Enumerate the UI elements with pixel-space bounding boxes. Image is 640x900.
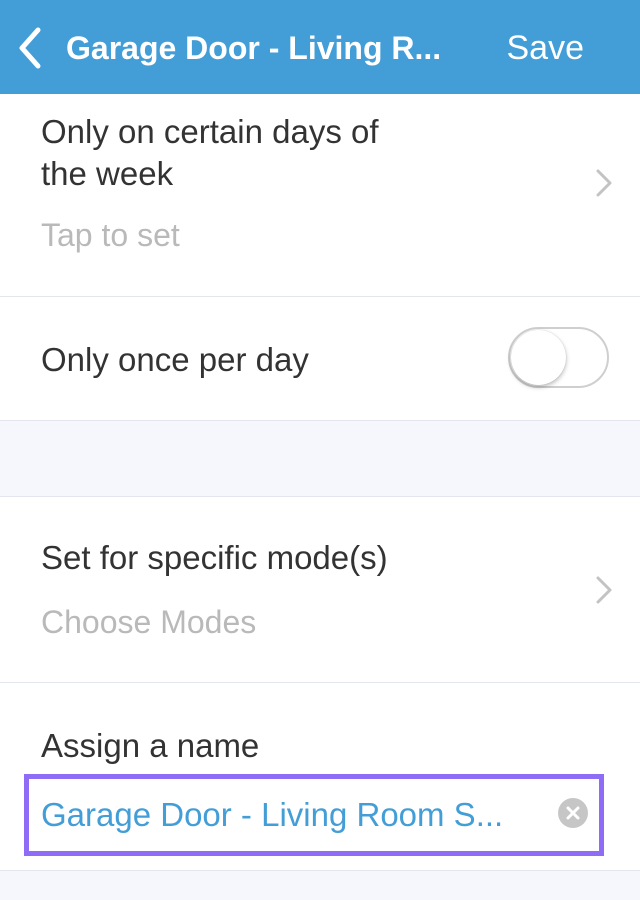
chevron-right-icon: [596, 576, 612, 604]
name-input[interactable]: Garage Door - Living Room S...: [24, 774, 604, 856]
days-of-week-title-line2: the week: [41, 155, 174, 192]
assign-name-label: Assign a name: [41, 727, 260, 764]
days-of-week-row[interactable]: Only on certain days of the week Tap to …: [0, 94, 640, 296]
divider: [0, 870, 640, 871]
days-of-week-title-line1: Only on certain days of: [41, 113, 379, 150]
save-button[interactable]: Save: [507, 28, 585, 68]
navigation-bar: Garage Door - Living R... Save: [0, 0, 640, 94]
once-per-day-title: Only once per day: [41, 341, 309, 378]
clear-button[interactable]: [558, 798, 588, 828]
days-of-week-subtitle: Tap to set: [41, 217, 180, 253]
chevron-left-icon: [19, 27, 41, 69]
name-input-value: Garage Door - Living Room S...: [41, 796, 504, 833]
specific-modes-row[interactable]: Set for specific mode(s) Choose Modes: [0, 497, 640, 682]
once-per-day-toggle[interactable]: [508, 327, 609, 388]
screen: Garage Door - Living R... Save Only on c…: [0, 0, 640, 900]
toggle-knob: [511, 330, 566, 385]
specific-modes-subtitle: Choose Modes: [41, 604, 257, 640]
back-button[interactable]: [12, 26, 48, 70]
divider: [0, 420, 640, 421]
page-title: Garage Door - Living R...: [66, 30, 442, 66]
clear-icon: [566, 806, 580, 820]
specific-modes-title: Set for specific mode(s): [41, 539, 388, 576]
chevron-right-icon: [596, 169, 612, 197]
